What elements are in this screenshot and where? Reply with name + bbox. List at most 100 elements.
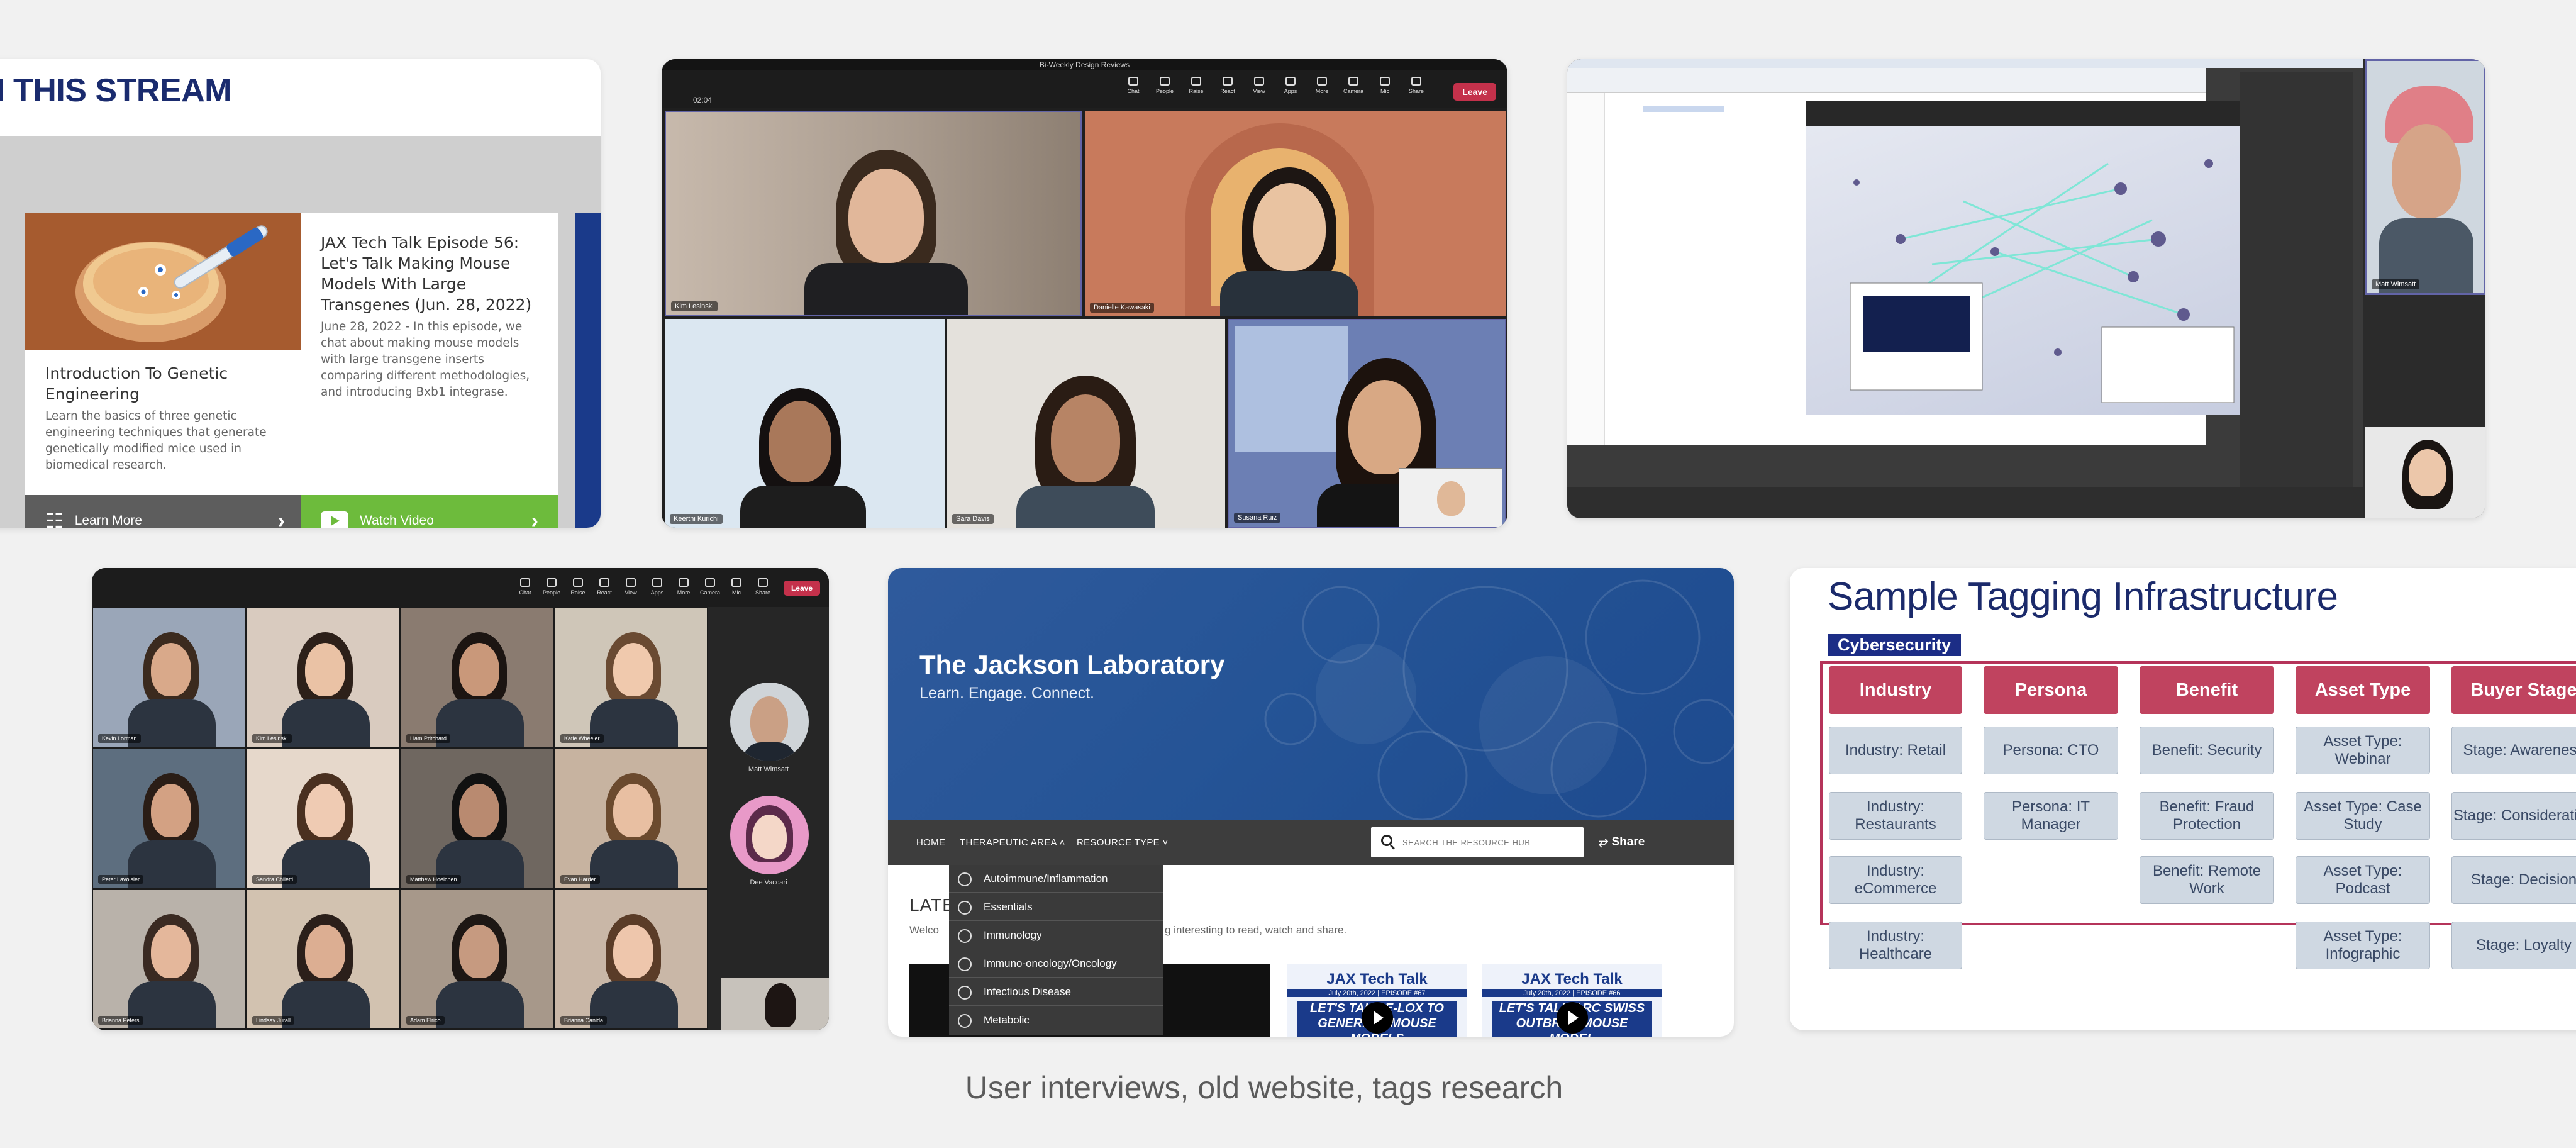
stream-item-tech-talk[interactable]: JAX Tech Talk Episode 56: Let's Talk Mak… [301,213,558,528]
camera-icon [705,578,715,587]
participant-name: Matt Wimsatt [748,766,789,773]
view-button[interactable]: View [1250,77,1269,94]
call-toolbar: 02:04 Chat People Raise React View Apps … [662,70,1507,108]
play-video-icon [321,511,348,528]
mic-button[interactable]: Mic [1375,77,1394,94]
share-button[interactable]: ⥂ Share [1599,835,1645,849]
dropdown-item-essentials[interactable]: Essentials [949,893,1163,921]
face-shape [613,784,653,837]
smiley-icon [599,578,609,587]
stream-card-edge-right [575,213,601,528]
body-shape [590,840,678,888]
stream-heading: N THIS STREAM [0,72,231,109]
participant-name: Liam Pritchard [406,734,451,743]
people-button[interactable]: People [542,578,561,596]
share-icon [758,578,768,587]
chat-button[interactable]: Chat [1124,77,1143,94]
react-button[interactable]: React [595,578,614,596]
tag-cell: Industry: eCommerce [1829,856,1962,904]
raise-hand-button[interactable]: Raise [1187,77,1206,94]
tag-cell: Stage: Decision [2451,856,2576,904]
learn-more-button[interactable]: ☷ Learn More › [25,495,305,528]
people-button[interactable]: People [1155,77,1174,94]
more-button[interactable]: More [1313,77,1331,94]
teams-call-window: Bi-Weekly Design Reviews 02:04 Chat Peop… [662,59,1507,528]
smiley-icon [1223,77,1233,86]
participant-name: Kim Lesinski [252,734,292,743]
raise-hand-button[interactable]: Raise [569,578,587,596]
video-thumbnail-e-lox[interactable]: JAX Tech Talk July 20th, 2022 | EPISODE … [1287,964,1467,1037]
stream-item-title: JAX Tech Talk Episode 56: Let's Talk Mak… [321,233,532,314]
participant-tile: Brianna Canida [555,890,707,1028]
call-timer: 02:04 [693,96,713,104]
screen-share-call: Matt Wimsatt [1567,59,2485,518]
participant-name: Brianna Canida [560,1016,608,1025]
grid-icon [626,578,636,587]
participant-name: Dee Vaccari [750,879,787,886]
rss-icon: ☷ [45,510,64,528]
therapeutic-area-dropdown: Autoimmune/Inflammation Essentials Immun… [949,865,1163,1035]
nav-resource-type[interactable]: RESOURCE TYPE ˅ [1077,837,1169,848]
leave-button[interactable]: Leave [783,581,820,596]
face-shape [305,784,345,837]
play-icon [1557,1002,1588,1034]
participant-tile: Sara Davis [947,319,1225,528]
face-shape [305,925,345,978]
side-participants: Matt Wimsatt Dee Vaccari [708,607,829,1030]
react-button[interactable]: React [1218,77,1237,94]
chevron-right-icon: › [277,508,285,528]
video-thumbnail-arc-swiss[interactable]: JAX Tech Talk July 20th, 2022 | EPISODE … [1482,964,1662,1037]
avatar [730,796,809,874]
leave-button[interactable]: Leave [1453,83,1496,101]
apps-button[interactable]: Apps [648,578,667,596]
mic-button[interactable]: Mic [727,578,746,596]
tag-cell: Asset Type: Podcast [2296,856,2430,904]
face-shape [151,784,191,837]
body-shape [436,981,524,1028]
camera-button[interactable]: Camera [700,578,720,596]
apps-button[interactable]: Apps [1281,77,1300,94]
tag-cell: Stage: Awareness [2451,727,2576,774]
oncology-icon [958,957,972,971]
mic-icon [1380,77,1390,86]
camera-button[interactable]: Camera [1343,77,1363,94]
view-button[interactable]: View [621,578,640,596]
dropdown-item-infectious-disease[interactable]: Infectious Disease [949,978,1163,1006]
chat-icon [1128,77,1138,86]
learn-more-label: Learn More [74,513,143,528]
participant-tile: Peter Lavoisier [93,749,245,888]
more-button[interactable]: More [674,578,693,596]
nav-therapeutic-area[interactable]: THERAPEUTIC AREA ˄ [960,837,1065,848]
face-shape [151,925,191,978]
share-button[interactable]: Share [1407,77,1426,94]
body-shape [282,981,370,1028]
participant-name: Lindsay Jurall [252,1016,295,1025]
tag-cell: Asset Type: Infographic [2296,922,2430,969]
camera-icon [1348,77,1358,86]
hero-banner: The Jackson Laboratory Learn. Engage. Co… [888,568,1734,820]
nav-home[interactable]: HOME [916,837,945,848]
watch-video-button[interactable]: Watch Video › [301,495,558,528]
chat-button[interactable]: Chat [516,578,535,596]
dropdown-item-autoimmune[interactable]: Autoimmune/Inflammation [949,865,1163,893]
participant-tile: Kevin Lorman [93,608,245,747]
share-button[interactable]: Share [753,578,772,596]
dropdown-item-immuno-oncology[interactable]: Immuno-oncology/Oncology [949,950,1163,978]
search-box[interactable]: SEARCH THE RESOURCE HUB [1371,827,1584,857]
tag-cell: Benefit: Remote Work [2140,856,2274,904]
essentials-icon [958,901,972,915]
column-header-industry: Industry [1829,666,1962,714]
dropdown-item-metabolic[interactable]: Metabolic [949,1006,1163,1034]
welcome-text-cont: g interesting to read, watch and share. [1165,924,1347,936]
chevron-right-icon: › [531,508,538,528]
participant-tile: Susana Ruiz [1228,319,1506,528]
plus-icon [652,578,662,587]
stream-item-genetic-engineering[interactable]: Introduction To Genetic Engineering Lear… [25,213,305,528]
column-header-buyer-stage: Buyer Stage [2451,666,2576,714]
stream-card: N THIS STREAM Introduction To Genetic En… [0,59,601,528]
search-input[interactable]: SEARCH THE RESOURCE HUB [1402,838,1530,847]
autoimmune-icon [958,872,972,886]
dropdown-item-immunology[interactable]: Immunology [949,922,1163,949]
tag-cell: Asset Type: Webinar [2296,727,2430,774]
share-icon: ⥂ [1599,835,1612,849]
